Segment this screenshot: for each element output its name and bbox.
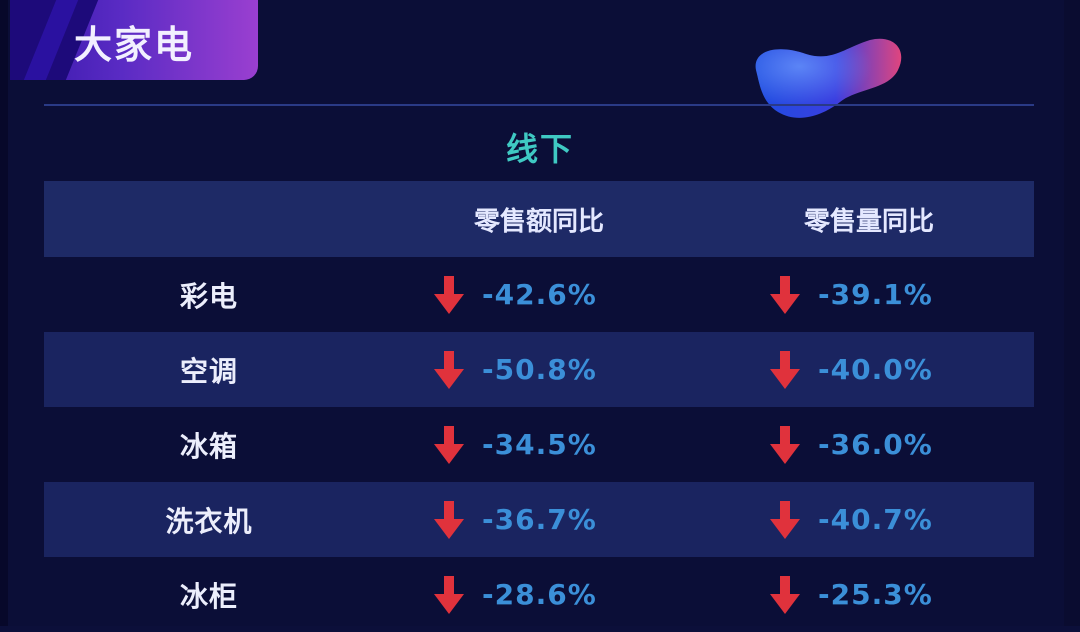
- header-category: [104, 181, 314, 257]
- arrow-down-icon: [770, 575, 800, 614]
- sales-yoy-cell: -34.5%: [434, 407, 674, 482]
- table-row: 冰箱 -34.5% -36.0%: [44, 407, 1034, 482]
- arrow-down-icon: [434, 500, 464, 539]
- volume-yoy-value: -40.0%: [818, 353, 933, 386]
- volume-yoy-cell: -25.3%: [770, 557, 1010, 632]
- category-label: 空调: [179, 354, 238, 388]
- right-edge: [1064, 0, 1080, 626]
- sales-yoy-value: -34.5%: [482, 428, 597, 461]
- left-edge: [0, 0, 8, 626]
- table-row: 冰柜 -28.6% -25.3%: [44, 557, 1034, 632]
- header-sales-yoy-label: 零售额同比: [473, 206, 604, 237]
- arrow-down-icon: [770, 350, 800, 389]
- volume-yoy-cell: -40.7%: [770, 482, 1010, 557]
- category-cell: 洗衣机: [104, 482, 314, 557]
- slide: 大家电 线下 零售额同比 零售量同比 彩电 -42.6% -39.1% 空调 -…: [0, 0, 1080, 626]
- arrow-down-icon: [434, 425, 464, 464]
- category-cell: 冰箱: [104, 407, 314, 482]
- volume-yoy-value: -40.7%: [818, 503, 933, 536]
- sales-yoy-value: -42.6%: [482, 278, 597, 311]
- gradient-blob-decoration: [755, 38, 902, 118]
- title-tab: 大家电: [10, 0, 258, 80]
- sales-yoy-cell: -50.8%: [434, 332, 674, 407]
- volume-yoy-cell: -39.1%: [770, 257, 1010, 332]
- volume-yoy-value: -39.1%: [818, 278, 933, 311]
- sales-yoy-value: -28.6%: [482, 578, 597, 611]
- category-label: 冰柜: [179, 579, 238, 613]
- arrow-down-icon: [770, 275, 800, 314]
- sales-yoy-cell: -42.6%: [434, 257, 674, 332]
- category-label: 冰箱: [179, 429, 238, 463]
- table-row: 彩电 -42.6% -39.1%: [44, 257, 1034, 332]
- category-label: 洗衣机: [165, 504, 253, 538]
- arrow-down-icon: [434, 350, 464, 389]
- arrow-down-icon: [770, 425, 800, 464]
- volume-yoy-value: -36.0%: [818, 428, 933, 461]
- sales-yoy-value: -36.7%: [482, 503, 597, 536]
- sales-yoy-cell: -28.6%: [434, 557, 674, 632]
- table-body: 彩电 -42.6% -39.1% 空调 -50.8% -40.0% 冰箱 -34.5% -36.…: [44, 257, 1034, 632]
- title-divider: [44, 104, 1034, 106]
- volume-yoy-value: -25.3%: [818, 578, 933, 611]
- table-row: 空调 -50.8% -40.0%: [44, 332, 1034, 407]
- volume-yoy-cell: -36.0%: [770, 407, 1010, 482]
- volume-yoy-cell: -40.0%: [770, 332, 1010, 407]
- arrow-down-icon: [770, 500, 800, 539]
- header-volume-yoy: 零售量同比: [724, 181, 1014, 257]
- category-cell: 彩电: [104, 257, 314, 332]
- arrow-down-icon: [434, 275, 464, 314]
- section-subtitle: 线下: [505, 130, 574, 168]
- category-cell: 冰柜: [104, 557, 314, 632]
- sales-yoy-value: -50.8%: [482, 353, 597, 386]
- page-title: 大家电: [74, 23, 195, 67]
- category-cell: 空调: [104, 332, 314, 407]
- yoy-table: 零售额同比 零售量同比 彩电 -42.6% -39.1% 空调 -50.8% -40.0%…: [44, 181, 1034, 632]
- category-label: 彩电: [179, 279, 238, 313]
- table-row: 洗衣机 -36.7% -40.7%: [44, 482, 1034, 557]
- arrow-down-icon: [434, 575, 464, 614]
- table-header-row: 零售额同比 零售量同比: [44, 181, 1034, 257]
- sales-yoy-cell: -36.7%: [434, 482, 674, 557]
- header-volume-yoy-label: 零售量同比: [803, 206, 934, 237]
- header-sales-yoy: 零售额同比: [394, 181, 684, 257]
